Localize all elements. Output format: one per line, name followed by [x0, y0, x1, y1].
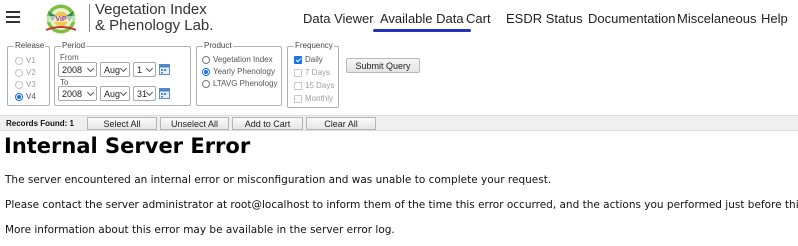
clear-all-button[interactable]: Clear All	[306, 117, 376, 130]
vip-lab-logo[interactable]: ViP	[34, 2, 88, 35]
frequency-monthly-checkbox[interactable]	[294, 95, 302, 103]
release-v1-radio[interactable]	[15, 57, 23, 65]
product-ltavg-phenology-radio[interactable]	[202, 80, 210, 88]
records-found-label: Records Found: 1	[6, 119, 75, 128]
from-month-select[interactable]: Aug	[100, 62, 130, 77]
frequency-group: Frequency Daily 7 Days 15 Days Monthly	[287, 41, 339, 108]
period-group: Period From 2008 Aug 1 To 2008 Aug 31	[54, 41, 191, 106]
records-toolbar: Records Found: 1 Select All Unselect All…	[0, 115, 798, 131]
chevron-down-icon	[145, 88, 154, 97]
to-year-select[interactable]: 2008	[58, 86, 97, 101]
frequency-legend: Frequency	[294, 41, 334, 51]
error-message-2: Please contact the server administrator …	[5, 199, 798, 211]
error-message-3: More information about this error may be…	[5, 224, 395, 236]
frequency-7-days-checkbox[interactable]	[294, 69, 302, 77]
frequency-option-7-days[interactable]: 7 Days	[294, 68, 330, 78]
product-option-yearly-phenology[interactable]: Yearly Phenology	[202, 67, 275, 77]
to-month-select[interactable]: Aug	[100, 86, 130, 101]
product-legend: Product	[203, 41, 233, 51]
release-option-v4[interactable]: V4	[15, 92, 36, 102]
unselect-all-button[interactable]: Unselect All	[160, 117, 229, 130]
release-group: Release V1 V2 V3 V4	[7, 41, 50, 106]
frequency-15-days-checkbox[interactable]	[294, 82, 302, 90]
product-yearly-phenology-radio[interactable]	[202, 68, 210, 76]
error-message-1: The server encountered an internal error…	[5, 174, 552, 186]
product-group: Product Vegetation Index Yearly Phenolog…	[196, 41, 282, 106]
brand-name[interactable]: Vegetation Index & Phenology Lab.	[95, 2, 213, 34]
to-calendar-icon[interactable]	[159, 88, 170, 99]
nav-miscelaneous[interactable]: Miscelaneous	[677, 11, 757, 26]
chevron-down-icon	[86, 64, 95, 73]
chevron-down-icon	[119, 88, 128, 97]
from-day-select[interactable]: 1	[133, 62, 156, 77]
brand-line-1: Vegetation Index	[95, 1, 207, 18]
brand-line-2: & Phenology Lab.	[95, 17, 214, 34]
from-year-select[interactable]: 2008	[58, 62, 97, 77]
to-day-select[interactable]: 31	[133, 86, 156, 101]
frequency-option-daily[interactable]: Daily	[294, 55, 323, 65]
nav-data-viewer[interactable]: Data Viewer	[303, 11, 374, 26]
release-v3-radio[interactable]	[15, 81, 23, 89]
add-to-cart-button[interactable]: Add to Cart	[232, 117, 303, 130]
nav-documentation[interactable]: Documentation	[588, 11, 675, 26]
nav-help[interactable]: Help	[761, 11, 788, 26]
select-all-button[interactable]: Select All	[87, 117, 157, 130]
release-option-v2[interactable]: V2	[15, 68, 36, 78]
product-option-vegetation-index[interactable]: Vegetation Index	[202, 55, 273, 65]
brand-divider	[89, 4, 90, 32]
submit-query-button[interactable]: Submit Query	[346, 58, 420, 73]
nav-esdr-status[interactable]: ESDR Status	[506, 11, 583, 26]
nav-cart[interactable]: Cart	[466, 11, 491, 26]
release-option-v3[interactable]: V3	[15, 80, 36, 90]
svg-text:ViP: ViP	[55, 16, 66, 23]
hamburger-menu-icon[interactable]	[6, 11, 20, 23]
from-calendar-icon[interactable]	[159, 64, 170, 75]
top-navbar: ViP Vegetation Index & Phenology Lab. Da…	[0, 0, 798, 38]
period-legend: Period	[61, 41, 87, 51]
release-option-v1[interactable]: V1	[15, 56, 36, 66]
error-title: Internal Server Error	[4, 134, 251, 158]
chevron-down-icon	[145, 64, 154, 73]
frequency-option-monthly[interactable]: Monthly	[294, 94, 333, 104]
period-from-label: From	[60, 53, 79, 62]
release-legend: Release	[14, 41, 46, 51]
frequency-option-15-days[interactable]: 15 Days	[294, 81, 334, 91]
chevron-down-icon	[119, 64, 128, 73]
release-v2-radio[interactable]	[15, 69, 23, 77]
frequency-daily-checkbox[interactable]	[294, 56, 302, 64]
chevron-down-icon	[86, 88, 95, 97]
nav-available-data[interactable]: Available Data	[373, 11, 471, 32]
release-v4-radio[interactable]	[15, 93, 23, 101]
product-option-ltavg-phenology[interactable]: LTAVG Phenology	[202, 79, 277, 89]
product-vegetation-index-radio[interactable]	[202, 56, 210, 64]
